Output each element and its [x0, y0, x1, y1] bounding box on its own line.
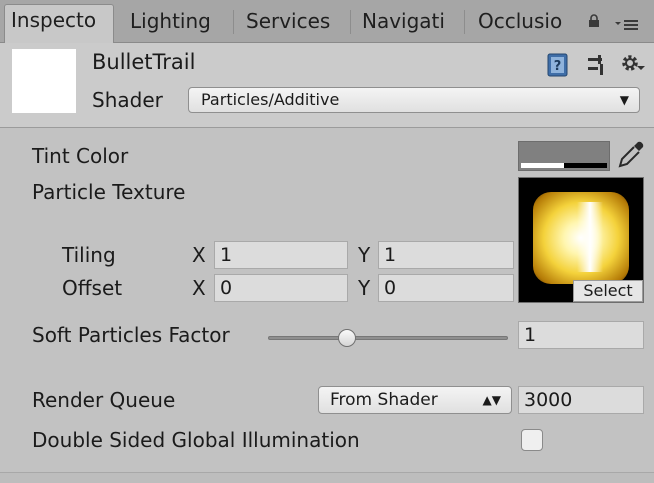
offset-y-axis-label: Y: [358, 276, 371, 300]
tab-occlusion[interactable]: Occlusio: [478, 6, 570, 42]
tab-inspector[interactable]: Inspecto: [4, 4, 114, 43]
soft-particles-slider-track[interactable]: [268, 336, 508, 340]
tab-services[interactable]: Services: [246, 6, 338, 42]
double-sided-gi-checkbox[interactable]: [521, 429, 543, 451]
eyedropper-icon[interactable]: [616, 138, 646, 172]
tint-color-swatch[interactable]: [518, 141, 610, 171]
offset-x-field[interactable]: 0: [214, 274, 348, 302]
tab-bar: Inspecto Lighting Services Navigati Occl…: [0, 0, 654, 43]
tab-menu-icon[interactable]: [613, 14, 641, 32]
material-preview-thumbnail: [12, 49, 76, 113]
soft-particles-factor-field[interactable]: 1: [518, 321, 644, 349]
tiling-y-field[interactable]: 1: [378, 241, 514, 269]
render-queue-mode: From Shader: [330, 390, 438, 410]
tab-separator: [233, 10, 234, 34]
particle-texture-slot[interactable]: Select: [518, 177, 644, 303]
preset-settings-icon[interactable]: [586, 53, 608, 77]
tint-alpha-fill: [521, 163, 564, 168]
tab-lighting[interactable]: Lighting: [130, 6, 224, 42]
dropdown-arrow-icon: ▼: [619, 93, 629, 107]
material-name: BulletTrail: [92, 50, 196, 74]
shader-label: Shader: [92, 88, 163, 112]
tab-navigation[interactable]: Navigati: [362, 6, 452, 42]
render-queue-label: Render Queue: [32, 388, 176, 412]
tiling-y-axis-label: Y: [358, 243, 371, 267]
tiling-x-axis-label: X: [192, 243, 206, 267]
offset-label: Offset: [62, 276, 123, 300]
lock-icon[interactable]: [587, 14, 601, 28]
gear-icon[interactable]: [620, 53, 646, 77]
render-queue-dropdown[interactable]: From Shader ▲▼: [318, 386, 512, 414]
shader-dropdown[interactable]: Particles/Additive ▼: [188, 87, 640, 113]
tiling-x-field[interactable]: 1: [214, 241, 348, 269]
texture-preview-highlight: [577, 202, 603, 272]
tint-alpha-bar: [521, 163, 607, 168]
tiling-label: Tiling: [62, 243, 116, 267]
updown-arrow-icon: ▲▼: [482, 393, 501, 407]
offset-y-field[interactable]: 0: [378, 274, 514, 302]
offset-x-axis-label: X: [192, 276, 206, 300]
tab-separator: [350, 10, 351, 34]
tint-color-label: Tint Color: [32, 144, 129, 168]
help-book-icon[interactable]: ?: [546, 53, 570, 77]
double-sided-gi-label: Double Sided Global Illumination: [32, 428, 360, 452]
inspector-bottom-edge: [0, 472, 654, 483]
soft-particles-slider-thumb[interactable]: [338, 329, 357, 347]
particle-texture-label: Particle Texture: [32, 180, 186, 204]
texture-select-button[interactable]: Select: [573, 280, 643, 302]
tab-separator: [464, 10, 465, 34]
svg-text:?: ?: [554, 59, 562, 74]
material-header: BulletTrail Shader Particles/Additive ▼ …: [0, 43, 654, 128]
soft-particles-factor-label: Soft Particles Factor: [32, 323, 230, 347]
shader-dropdown-value: Particles/Additive: [201, 90, 340, 109]
render-queue-value-field[interactable]: 3000: [518, 386, 644, 414]
